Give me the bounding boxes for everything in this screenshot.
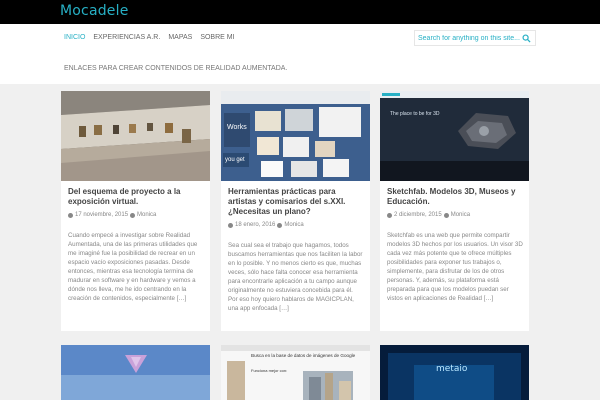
post-thumbnail[interactable] [61, 345, 210, 400]
image-text-google: Busca en la base de datos de imágenes de… [251, 353, 356, 358]
post-title[interactable]: Sketchfab. Modelos 3D, Museos y Educació… [387, 187, 523, 207]
post-date[interactable]: 17 noviembre, 2015 [75, 212, 128, 218]
nav-item-mapas[interactable]: MAPAS [168, 34, 192, 41]
post-thumbnail[interactable]: Works you get [221, 91, 370, 181]
search-box [414, 30, 536, 46]
clock-icon [68, 212, 73, 218]
post-title[interactable]: Del esquema de proyecto a la exposición … [68, 187, 204, 207]
main-menu: INICIO EXPERIENCIAS A.R. MAPAS SOBRE MI [64, 34, 235, 41]
image-text-funciona: Funciona mejor con: [251, 368, 287, 373]
user-icon [130, 212, 136, 218]
image-text-you-get: you get [225, 157, 245, 163]
post-author[interactable]: Monica [284, 222, 303, 228]
post-thumbnail[interactable]: The place to be for 3D [380, 91, 529, 181]
user-icon [443, 212, 449, 218]
post-card: metaio [380, 345, 529, 400]
post-card: Del esquema de proyecto a la exposición … [61, 91, 210, 331]
post-card: Busca en la base de datos de imágenes de… [221, 345, 370, 400]
search-icon[interactable] [522, 34, 531, 43]
post-card [61, 345, 210, 400]
navigation-bar: INICIO EXPERIENCIAS A.R. MAPAS SOBRE MI [0, 24, 600, 84]
post-title[interactable]: Herramientas prácticas para artistas y c… [228, 187, 364, 217]
site-description: ENLACES PARA CREAR CONTENIDOS DE REALIDA… [64, 65, 288, 72]
post-thumbnail[interactable] [61, 91, 210, 181]
top-bar: Mocadele [0, 0, 600, 24]
clock-icon [387, 212, 392, 218]
post-meta: 17 noviembre, 2015 Monica [68, 212, 156, 218]
image-text-metaio: metaio [436, 364, 468, 374]
post-excerpt: Sea cual sea el trabajo que hagamos, tod… [228, 242, 363, 312]
post-excerpt: Cuando empecé a investigar sobre Realida… [68, 232, 198, 302]
post-date[interactable]: 2 diciembre, 2015 [394, 212, 442, 218]
post-meta: 18 enero, 2016 Monica [228, 222, 304, 228]
clock-icon [228, 222, 233, 228]
post-thumbnail[interactable]: metaio [380, 345, 529, 400]
post-author[interactable]: Monica [137, 212, 156, 218]
post-excerpt: Sketchfab es una web que permite compart… [387, 232, 523, 302]
image-text-3d: The place to be for 3D [390, 111, 440, 117]
nav-item-experiencias[interactable]: EXPERIENCIAS A.R. [93, 34, 160, 41]
post-thumbnail[interactable]: Busca en la base de datos de imágenes de… [221, 345, 370, 400]
post-meta: 2 diciembre, 2015 Monica [387, 212, 470, 218]
image-text-works: Works [227, 124, 247, 131]
search-input[interactable] [418, 34, 522, 43]
nav-item-inicio[interactable]: INICIO [64, 34, 85, 41]
post-date[interactable]: 18 enero, 2016 [235, 222, 275, 228]
user-icon [277, 222, 283, 228]
post-card: The place to be for 3D Sketchfab. Modelo… [380, 91, 529, 331]
post-author[interactable]: Monica [451, 212, 470, 218]
nav-item-sobre-mi[interactable]: SOBRE MI [200, 34, 234, 41]
site-title[interactable]: Mocadele [60, 3, 129, 19]
post-card: Works you get Herramientas prácticas par… [221, 91, 370, 331]
